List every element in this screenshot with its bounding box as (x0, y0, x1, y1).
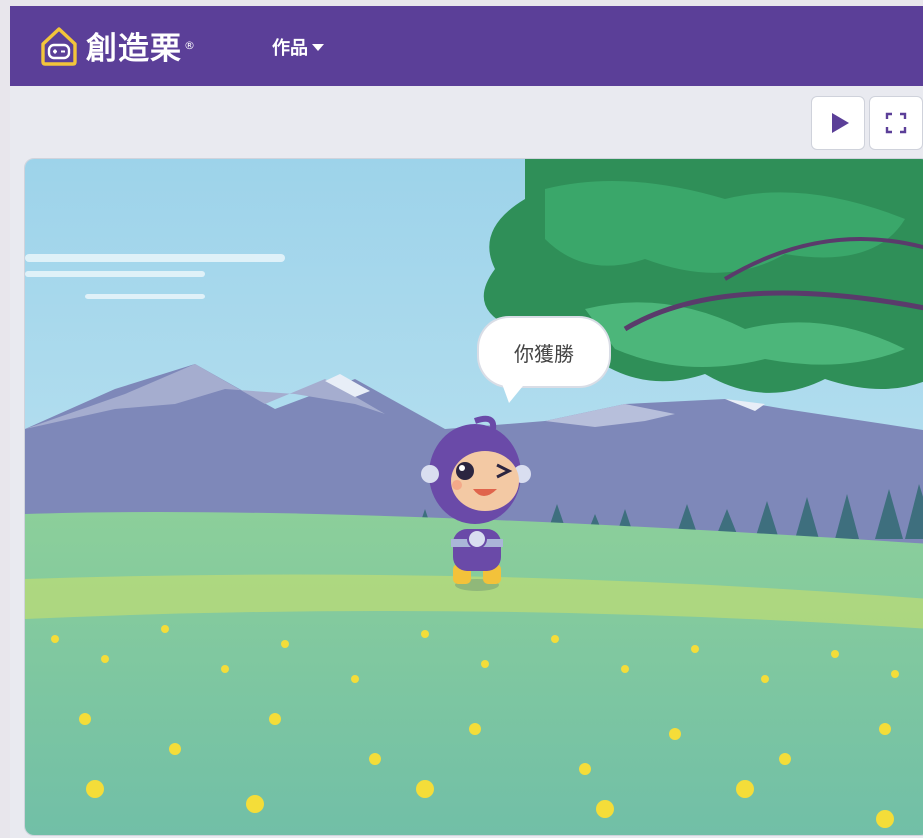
project-stage[interactable]: 你獲勝 (24, 158, 923, 836)
stage-scene (25, 159, 923, 835)
house-logo-icon (41, 26, 77, 66)
registered-mark: ® (184, 39, 195, 52)
works-menu-label: 作品 (272, 38, 308, 59)
speech-bubble: 你獲勝 (479, 318, 609, 386)
speech-bubble-tail (501, 381, 527, 403)
works-menu[interactable]: 作品 (272, 34, 324, 60)
page-frame: 創造栗 ® 作品 你獲勝 (0, 0, 923, 838)
speech-bubble-text: 你獲勝 (514, 341, 574, 366)
play-button[interactable] (811, 96, 865, 150)
brand-name: 創造栗 (86, 31, 182, 67)
play-icon (831, 113, 849, 133)
app-container: 創造栗 ® 作品 你獲勝 (10, 6, 923, 838)
brand-logo[interactable]: 創造栗 ® (38, 23, 195, 68)
fullscreen-button[interactable] (869, 96, 923, 150)
stage-toolbar (811, 96, 923, 150)
caret-down-icon (312, 43, 324, 51)
fullscreen-icon (885, 112, 907, 134)
top-navbar: 創造栗 ® 作品 (10, 6, 923, 86)
